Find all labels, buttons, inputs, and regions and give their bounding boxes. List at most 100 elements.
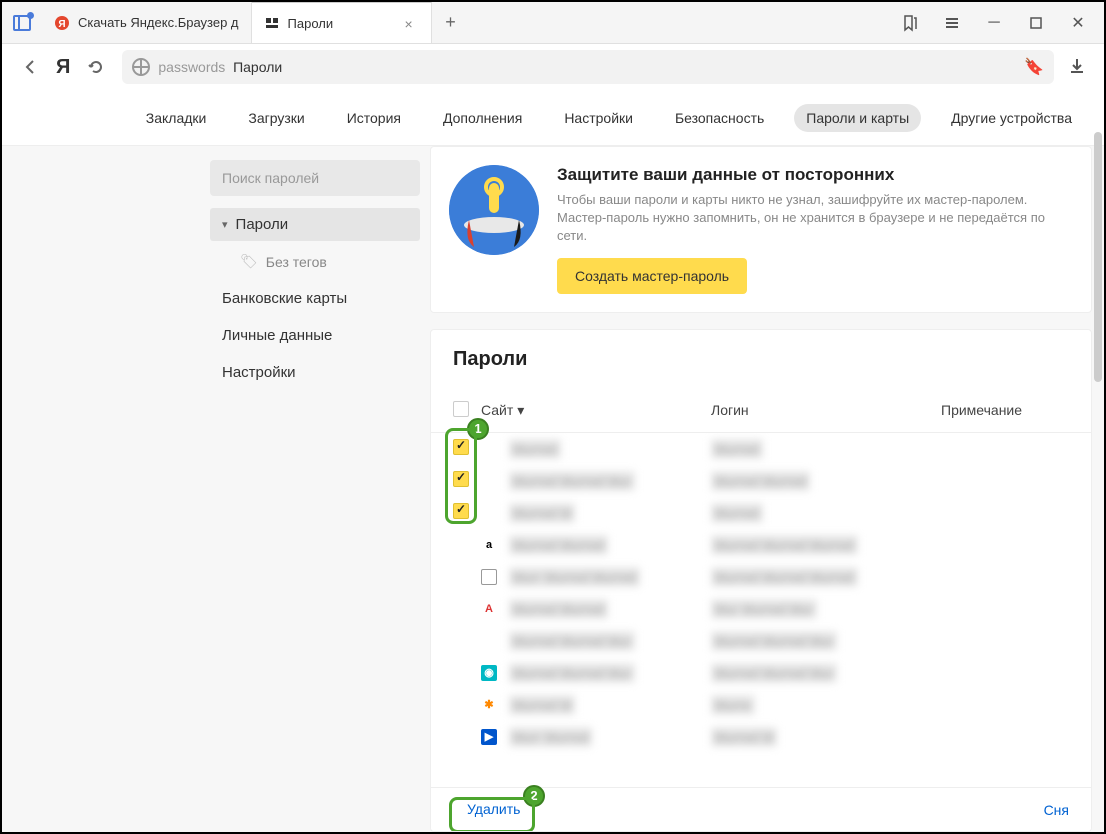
- nav-devices[interactable]: Другие устройства: [939, 104, 1084, 132]
- table-row[interactable]: blurred blurred blur blurred blurred blur: [431, 625, 1091, 657]
- table-header: Сайт ▾ Логин Примечание: [431, 389, 1091, 433]
- globe-icon: [132, 58, 150, 76]
- master-password-banner: Защитите ваши данные от посторонних Чтоб…: [430, 146, 1092, 313]
- sidebar-item-settings[interactable]: Настройки: [210, 356, 420, 389]
- reload-button[interactable]: [84, 55, 108, 79]
- sidebar-item-passwords[interactable]: ▾ Пароли: [210, 208, 420, 241]
- content: Защитите ваши данные от посторонних Чтоб…: [430, 146, 1104, 832]
- banner-illustration: [449, 165, 539, 255]
- sidebar-toggle[interactable]: [2, 2, 42, 43]
- site-cell: blurred blurred blur: [509, 663, 635, 683]
- login-cell: blurred blurred: [711, 471, 810, 491]
- minimize-icon[interactable]: ─: [978, 7, 1010, 39]
- site-cell: blurr blurred blurred: [509, 567, 640, 587]
- site-cell: blurred blurred blur: [509, 631, 635, 651]
- bookmark-star-icon[interactable]: 🔖: [1024, 57, 1044, 77]
- back-button[interactable]: [18, 55, 42, 79]
- login-cell: blurred blurred blur: [711, 663, 837, 683]
- nav-security[interactable]: Безопасность: [663, 104, 776, 132]
- chevron-down-icon: ▾: [222, 218, 228, 231]
- nav-addons[interactable]: Дополнения: [431, 104, 534, 132]
- column-site[interactable]: Сайт ▾: [481, 402, 711, 419]
- nav-downloads[interactable]: Загрузки: [236, 104, 316, 132]
- sidebar-item-no-tags[interactable]: 🏷 Без тегов: [210, 245, 420, 278]
- row-checkbox[interactable]: [453, 503, 469, 519]
- passwords-favicon: [264, 15, 280, 31]
- scrollbar[interactable]: [1094, 132, 1102, 382]
- site-cell: blurred blurred: [509, 535, 608, 555]
- downloads-button[interactable]: [1068, 57, 1088, 77]
- login-cell: blurred bl: [711, 727, 777, 747]
- table-row[interactable]: ✱blurred blblurre: [431, 689, 1091, 721]
- sidebar: Поиск паролей ▾ Пароли 🏷 Без тегов Банковс…: [200, 146, 430, 832]
- search-input[interactable]: Поиск паролей: [210, 160, 420, 196]
- nav-bookmarks[interactable]: Закладки: [134, 104, 219, 132]
- annotation-badge-2: 2: [523, 785, 545, 807]
- sidebar-item-cards[interactable]: Банковские карты: [210, 282, 420, 315]
- login-cell: blurred: [711, 503, 763, 523]
- annotation-badge-1: 1: [467, 418, 489, 440]
- url-input[interactable]: passwords Пароли 🔖: [122, 50, 1054, 84]
- banner-text: Чтобы ваши пароли и карты никто не узнал…: [557, 191, 1073, 246]
- sidebar-item-label: Без тегов: [266, 254, 327, 270]
- site-cell: blurred bl: [509, 695, 575, 715]
- nav-history[interactable]: История: [335, 104, 413, 132]
- table-row[interactable]: ablurred blurredblurred blurred blurred: [431, 529, 1091, 561]
- sidebar-item-label: Пароли: [236, 216, 289, 233]
- create-master-password-button[interactable]: Создать мастер-пароль: [557, 258, 747, 294]
- site-cell: blurred bl: [509, 503, 575, 523]
- delete-button[interactable]: Удалить: [453, 795, 534, 823]
- column-note[interactable]: Примечание: [941, 402, 1069, 418]
- table-row[interactable]: ▶blurr blurredblurred bl: [431, 721, 1091, 753]
- row-checkbox[interactable]: [453, 439, 469, 455]
- yandex-favicon: Я: [54, 15, 70, 31]
- panel-title: Пароли: [431, 330, 1091, 389]
- login-cell: blurred blurred blurred: [711, 567, 858, 587]
- row-checkbox[interactable]: [453, 471, 469, 487]
- table-body: blurredblurredblurred blurred blurblurre…: [431, 433, 1091, 831]
- tag-icon: 🏷: [240, 253, 258, 270]
- menu-icon[interactable]: [936, 7, 968, 39]
- site-cell: blurred: [509, 439, 561, 459]
- login-cell: blurred blurred blur: [711, 631, 837, 651]
- column-login[interactable]: Логин: [711, 402, 941, 418]
- table-row[interactable]: blurred blurred: [431, 433, 1091, 465]
- table-row[interactable]: blurred blurred blur blurred blurred: [431, 465, 1091, 497]
- titlebar: Я Скачать Яндекс.Браузер д Пароли × + ─ …: [2, 2, 1104, 44]
- login-cell: blurred: [711, 439, 763, 459]
- svg-text:Я: Я: [58, 19, 65, 30]
- addressbar: Я passwords Пароли 🔖: [2, 44, 1104, 90]
- select-all-checkbox[interactable]: [453, 401, 469, 417]
- sidebar-item-personal[interactable]: Личные данные: [210, 319, 420, 352]
- close-window-icon[interactable]: ✕: [1062, 7, 1094, 39]
- main-area: Поиск паролей ▾ Пароли 🏷 Без тегов Банковс…: [2, 146, 1104, 832]
- new-tab-button[interactable]: +: [432, 2, 470, 43]
- table-row[interactable]: Ablurred blurredblur blurred blur: [431, 593, 1091, 625]
- yandex-home-button[interactable]: Я: [56, 56, 70, 79]
- clear-selection-button[interactable]: Сня: [1044, 802, 1069, 818]
- maximize-icon[interactable]: [1020, 7, 1052, 39]
- site-cell: blurred blurred blur: [509, 471, 635, 491]
- table-row[interactable]: blurr blurred blurred blurred blurred blu…: [431, 561, 1091, 593]
- chevron-down-icon: ▾: [517, 402, 524, 419]
- table-row[interactable]: ◉blurred blurred blurblurred blurred blu…: [431, 657, 1091, 689]
- site-cell: blurr blurred: [509, 727, 592, 747]
- url-text: passwords Пароли: [158, 59, 282, 75]
- passwords-panel: Пароли Сайт ▾ Логин Примечание blurredbl…: [430, 329, 1092, 832]
- tab-title: Скачать Яндекс.Браузер д: [78, 15, 239, 30]
- tab-title: Пароли: [288, 16, 397, 31]
- browser-tab-1[interactable]: Пароли ×: [252, 2, 432, 43]
- close-icon[interactable]: ×: [405, 16, 419, 30]
- sidebar-icon: [13, 15, 31, 31]
- nav-passwords[interactable]: Пароли и карты: [794, 104, 921, 132]
- table-row[interactable]: blurred bl blurred: [431, 497, 1091, 529]
- settings-nav: Закладки Загрузки История Дополнения Нас…: [2, 90, 1104, 146]
- banner-title: Защитите ваши данные от посторонних: [557, 165, 1073, 185]
- browser-tab-0[interactable]: Я Скачать Яндекс.Браузер д: [42, 2, 252, 43]
- login-cell: blurre: [711, 695, 755, 715]
- bottom-bar: Удалить 2 Сня: [431, 787, 1091, 831]
- bookmarks-icon[interactable]: [894, 7, 926, 39]
- login-cell: blur blurred blur: [711, 599, 817, 619]
- login-cell: blurred blurred blurred: [711, 535, 858, 555]
- nav-settings[interactable]: Настройки: [552, 104, 645, 132]
